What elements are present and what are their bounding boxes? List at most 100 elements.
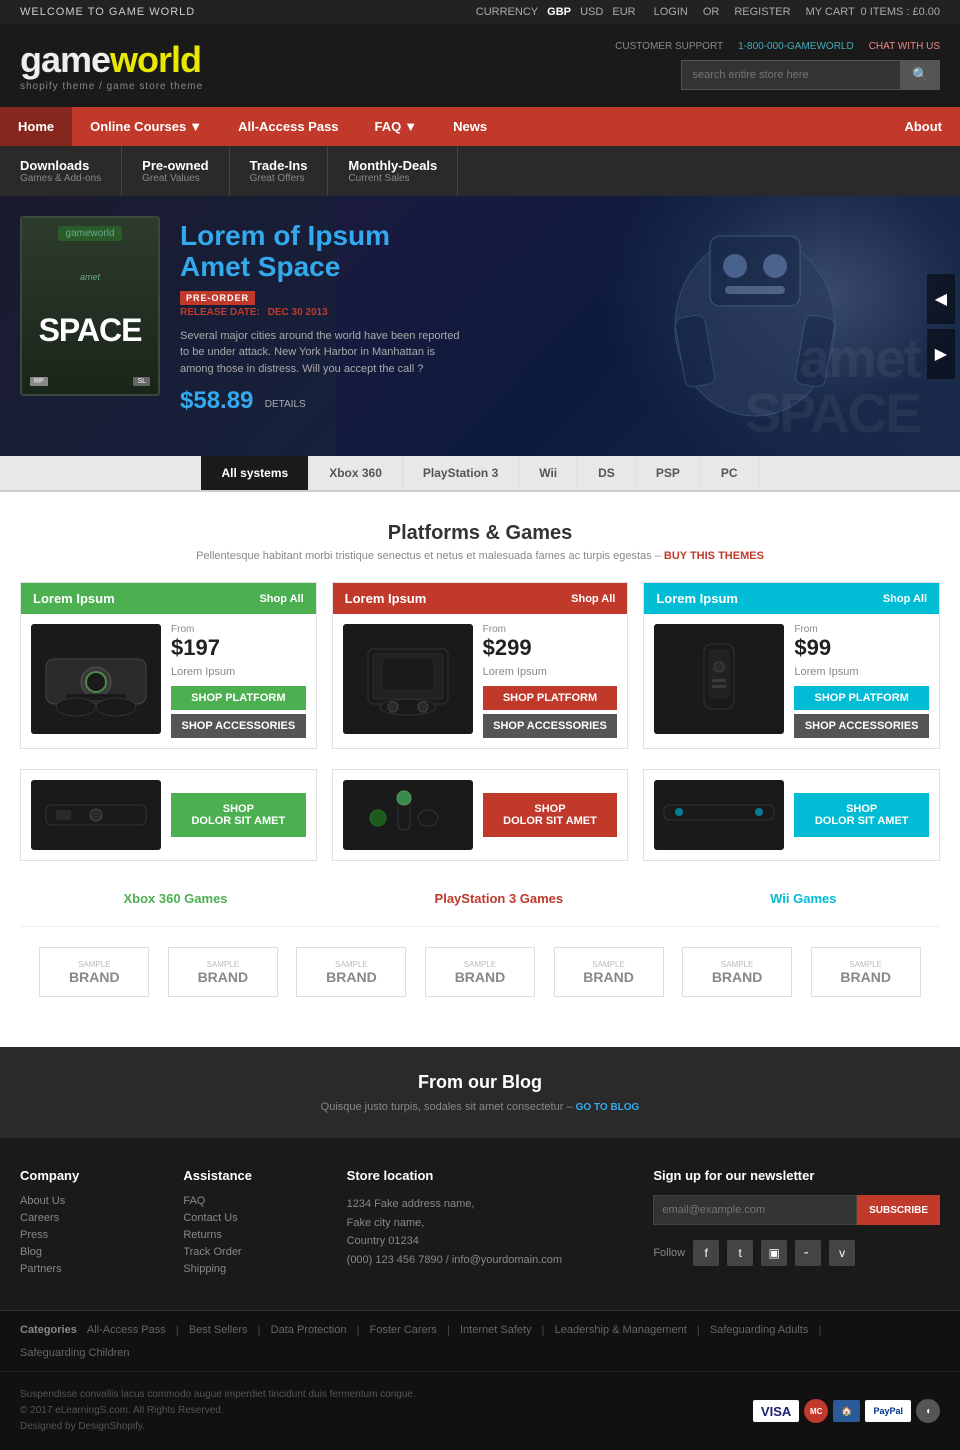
promo-tab-deals[interactable]: Monthly-Deals Current Sales bbox=[328, 146, 458, 196]
footer-contact[interactable]: Contact Us bbox=[183, 1212, 326, 1224]
shop-platform-xbox[interactable]: SHOP PLATFORM bbox=[171, 686, 306, 710]
tab-ds[interactable]: DS bbox=[578, 456, 636, 490]
hero-next-button[interactable]: ▶ bbox=[927, 329, 955, 379]
hero-content: gameworld amet SPACE RP SL Lorem of Ipsu… bbox=[0, 196, 480, 456]
newsletter-input[interactable] bbox=[653, 1195, 857, 1225]
search-input[interactable] bbox=[681, 60, 901, 90]
shop-all-wii[interactable]: Shop All bbox=[883, 593, 927, 605]
shop-accessories-xbox[interactable]: SHOP ACCESSORIES bbox=[171, 714, 306, 738]
logo[interactable]: gameworld shopify theme / game store the… bbox=[20, 39, 203, 92]
hero-watermark-text: ametSPACE bbox=[745, 331, 920, 441]
newsletter-subscribe-button[interactable]: SUBSCRIBE bbox=[857, 1195, 940, 1225]
cat-safeguarding-adults[interactable]: Safeguarding Adults bbox=[710, 1324, 808, 1336]
nav-home[interactable]: Home bbox=[0, 107, 72, 146]
footer-partners[interactable]: Partners bbox=[20, 1263, 163, 1275]
login-link[interactable]: LOGIN bbox=[654, 6, 688, 18]
currency-eur[interactable]: EUR bbox=[612, 6, 635, 18]
promo-tab-downloads[interactable]: Downloads Games & Add-ons bbox=[0, 146, 122, 196]
shop-accessories-ps3[interactable]: SHOP ACCESSORIES bbox=[483, 714, 618, 738]
cat-all-access[interactable]: All-Access Pass bbox=[87, 1324, 166, 1336]
hero-game-box: gameworld amet SPACE RP SL bbox=[20, 216, 160, 396]
cat-internet-safety[interactable]: Internet Safety bbox=[460, 1324, 532, 1336]
shop-platform-wii[interactable]: SHOP PLATFORM bbox=[794, 686, 929, 710]
ps3-games-link[interactable]: PlayStation 3 Games bbox=[435, 891, 564, 906]
platform-header-xbox: Lorem Ipsum Shop All bbox=[21, 583, 316, 614]
footer-track[interactable]: Track Order bbox=[183, 1246, 326, 1258]
promo-tab-tradeins[interactable]: Trade-Ins Great Offers bbox=[230, 146, 329, 196]
vimeo-icon[interactable]: v bbox=[829, 1240, 855, 1266]
footer-newsletter: Sign up for our newsletter SUBSCRIBE Fol… bbox=[653, 1168, 940, 1280]
tab-wii[interactable]: Wii bbox=[519, 456, 578, 490]
footer-shipping[interactable]: Shipping bbox=[183, 1263, 326, 1275]
search-button[interactable]: 🔍 bbox=[901, 60, 940, 90]
currency-usd[interactable]: USD bbox=[580, 6, 603, 18]
currency-gbp[interactable]: GBP bbox=[547, 6, 571, 18]
platforms-section: Platforms & Games Pellentesque habitant … bbox=[0, 492, 960, 1047]
buy-themes-link[interactable]: BUY THIS THEMES bbox=[664, 550, 764, 562]
mastercard-icon: MC bbox=[804, 1399, 828, 1423]
hero-price: $58.89 bbox=[180, 387, 253, 414]
brand-4: SAMPLE BRAND bbox=[425, 947, 535, 997]
wii-games-link[interactable]: Wii Games bbox=[770, 891, 836, 906]
xbox-games-link[interactable]: Xbox 360 Games bbox=[123, 891, 227, 906]
footer-assistance: Assistance FAQ Contact Us Returns Track … bbox=[183, 1168, 326, 1280]
shop-accessories-wii[interactable]: SHOP ACCESSORIES bbox=[794, 714, 929, 738]
footer-phone: (000) 123 456 7890 bbox=[347, 1254, 443, 1266]
move-svg bbox=[348, 790, 468, 840]
cat-data-protection[interactable]: Data Protection bbox=[271, 1324, 347, 1336]
rss-icon[interactable]: ╴ bbox=[795, 1240, 821, 1266]
tab-playstation3[interactable]: PlayStation 3 bbox=[403, 456, 519, 490]
hero-title: Lorem of Ipsum Amet Space bbox=[180, 221, 460, 283]
footer-returns[interactable]: Returns bbox=[183, 1229, 326, 1241]
blog-title: From our Blog bbox=[20, 1072, 940, 1093]
shop-dolor-xbox[interactable]: SHOPDOLOR SIT AMET bbox=[171, 793, 306, 837]
blog-section: From our Blog Quisque justo turpis, soda… bbox=[0, 1047, 960, 1138]
tab-all-systems[interactable]: All systems bbox=[201, 456, 309, 490]
shop-all-xbox[interactable]: Shop All bbox=[259, 593, 303, 605]
chat-link[interactable]: CHAT WITH US bbox=[869, 41, 940, 52]
tab-pc[interactable]: PC bbox=[701, 456, 759, 490]
cart-info[interactable]: MY CART 0 ITEMS: £0.00 bbox=[806, 6, 940, 18]
nav-all-access[interactable]: All-Access Pass bbox=[220, 107, 356, 146]
blog-link[interactable]: GO TO BLOG bbox=[576, 1102, 640, 1113]
platform-img-ps3 bbox=[343, 624, 473, 734]
register-link[interactable]: REGISTER bbox=[734, 6, 790, 18]
hero-details-link[interactable]: DETAILS bbox=[265, 399, 306, 410]
footer-careers[interactable]: Careers bbox=[20, 1212, 163, 1224]
facebook-icon[interactable]: f bbox=[693, 1240, 719, 1266]
footer-faq[interactable]: FAQ bbox=[183, 1195, 326, 1207]
systems-tabs: All systems Xbox 360 PlayStation 3 Wii D… bbox=[0, 456, 960, 492]
footer-country: Country 01234 bbox=[347, 1235, 419, 1247]
tab-xbox360[interactable]: Xbox 360 bbox=[309, 456, 403, 490]
promo-tab-preowned[interactable]: Pre-owned Great Values bbox=[122, 146, 229, 196]
footer-press[interactable]: Press bbox=[20, 1229, 163, 1241]
platform-header-wii: Lorem Ipsum Shop All bbox=[644, 583, 939, 614]
cat-safeguarding-children[interactable]: Safeguarding Children bbox=[20, 1347, 129, 1359]
paypal-icon: PayPal bbox=[865, 1400, 911, 1422]
hero-prev-button[interactable]: ◀ bbox=[927, 274, 955, 324]
footer-blog[interactable]: Blog bbox=[20, 1246, 163, 1258]
tab-psp[interactable]: PSP bbox=[636, 456, 701, 490]
nav-faq[interactable]: FAQ ▼ bbox=[357, 107, 436, 146]
footer-email[interactable]: info@yourdomain.com bbox=[452, 1254, 562, 1266]
shop-dolor-ps3[interactable]: SHOPDOLOR SIT AMET bbox=[483, 793, 618, 837]
twitter-icon[interactable]: t bbox=[727, 1240, 753, 1266]
hero-game-logo: gameworld bbox=[58, 226, 123, 241]
cat-foster-carers[interactable]: Foster Carers bbox=[370, 1324, 437, 1336]
cat-leadership[interactable]: Leadership & Management bbox=[555, 1324, 687, 1336]
nav-online-courses[interactable]: Online Courses ▼ bbox=[72, 107, 220, 146]
nav-about[interactable]: About bbox=[886, 107, 960, 146]
footer-company: Company About Us Careers Press Blog Part… bbox=[20, 1168, 163, 1280]
search-bar: 🔍 bbox=[681, 60, 940, 90]
brand-6: SAMPLE BRAND bbox=[682, 947, 792, 997]
footer-about[interactable]: About Us bbox=[20, 1195, 163, 1207]
flickr-icon[interactable]: ▣ bbox=[761, 1240, 787, 1266]
nav-news[interactable]: News bbox=[435, 107, 505, 146]
accessory-img-ps3 bbox=[343, 780, 473, 850]
dropdown-arrow-icon-faq: ▼ bbox=[404, 119, 417, 134]
shop-dolor-wii[interactable]: SHOPDOLOR SIT AMET bbox=[794, 793, 929, 837]
platform-body-xbox: From $197 Lorem Ipsum SHOP PLATFORM SHOP… bbox=[21, 614, 316, 748]
shop-all-ps3[interactable]: Shop All bbox=[571, 593, 615, 605]
shop-platform-ps3[interactable]: SHOP PLATFORM bbox=[483, 686, 618, 710]
cat-best-sellers[interactable]: Best Sellers bbox=[189, 1324, 248, 1336]
